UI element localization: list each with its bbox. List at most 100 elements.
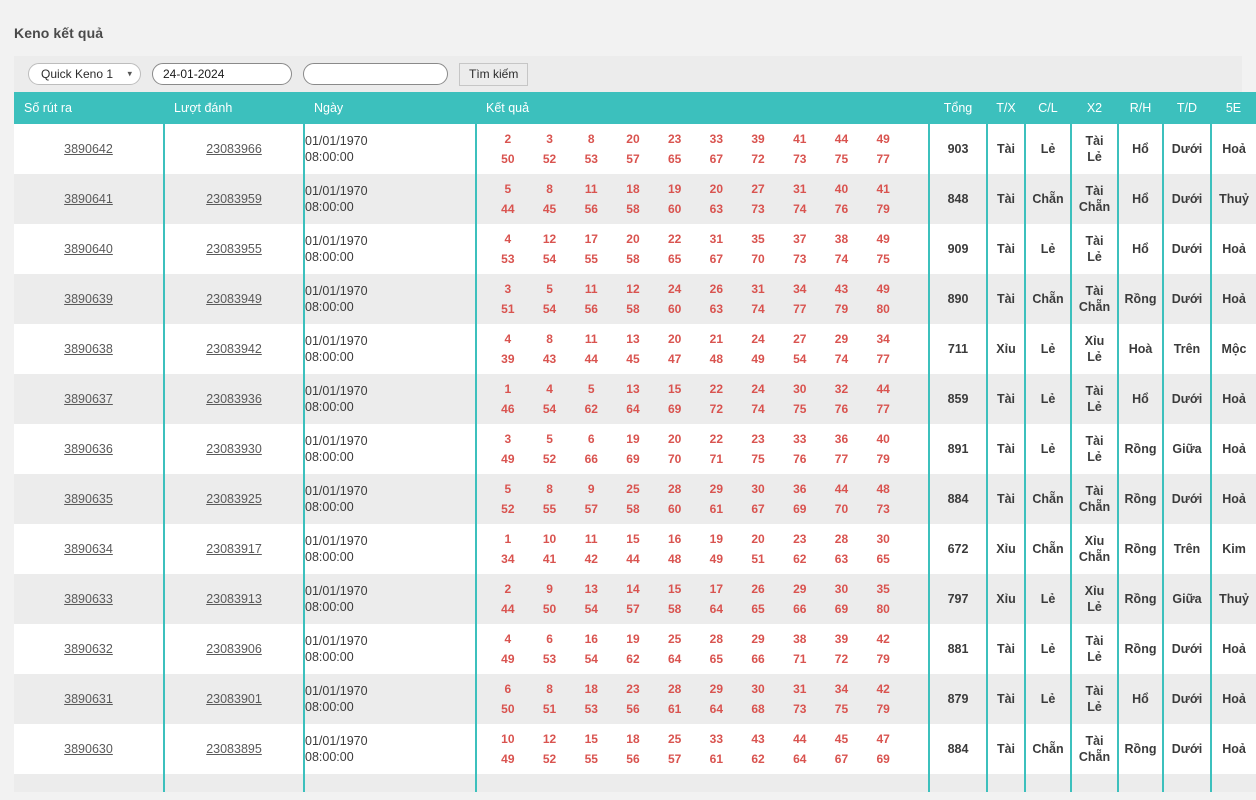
session-link[interactable]: 23083966 [206,142,262,156]
cell-date: 01/01/1970 08:00:00 [303,224,476,274]
session-link[interactable]: 23083901 [206,692,262,706]
cell-tai-xiu: Tài [986,374,1025,424]
result-number-grid: 2 9 13 14 15 17 26 29 30 35 44 50 54 57 58 64 65 66 69 80 [477,581,928,618]
draw-link[interactable]: 3890642 [64,142,113,156]
date-time: 08:00:00 [305,750,354,764]
result-number: 74 [751,301,765,316]
cell-draw: 3890639 [14,274,164,324]
cell-tong: 711 [928,324,987,374]
session-link[interactable]: 23083906 [206,642,262,656]
draw-link[interactable]: 3890639 [64,292,113,306]
cell-ngu-hanh: Hoả [1210,624,1256,674]
session-link[interactable]: 23083936 [206,392,262,406]
session-link[interactable]: 23083930 [206,442,262,456]
cell-tong: 879 [928,674,987,724]
cell-x2: Tài Chẵn [1070,174,1118,224]
result-number: 4 [504,631,512,646]
result-number: 61 [709,501,724,516]
date-input[interactable] [152,63,292,85]
cell-ngu-hanh: Thuỷ [1210,174,1256,224]
cell-tong: 859 [928,374,987,424]
result-number: 62 [584,401,598,416]
table-row: 3890639 23083949 01/01/1970 08:00:00 3 5 11 12 2… [14,274,1256,324]
result-number: 72 [751,151,765,166]
result-number: 63 [709,201,724,216]
draw-link[interactable]: 3890640 [64,242,113,256]
draw-link[interactable]: 3890637 [64,392,113,406]
result-number: 49 [501,751,515,766]
result-number: 65 [667,151,682,166]
cell-session: 23083930 [163,424,304,474]
result-number: 77 [834,451,849,466]
result-number: 55 [584,751,598,766]
session-link[interactable]: 23083955 [206,242,262,256]
draw-link[interactable]: 3890630 [64,742,113,756]
draw-link[interactable]: 3890632 [64,642,113,656]
cell-tai-xiu: Tài [986,724,1025,774]
result-number: 69 [876,751,890,766]
keyword-input[interactable] [303,63,448,85]
cell-tren-duoi: Trên [1162,324,1211,374]
session-link[interactable]: 23083925 [206,492,262,506]
session-link[interactable]: 23083959 [206,192,262,206]
result-number: 43 [834,281,849,296]
session-link[interactable]: 23083895 [206,742,262,756]
result-number: 40 [876,431,890,446]
date-time: 08:00:00 [305,650,354,664]
result-number: 55 [542,501,557,516]
date-day: 01/01/1970 [305,684,368,698]
result-number: 72 [709,401,724,416]
draw-link[interactable]: 3890635 [64,492,113,506]
result-number: 75 [834,151,849,166]
cell-result: 3 5 6 19 20 22 23 33 36 40 49 52 66 69 70 71 75 76 77 79 [475,424,929,474]
cell-chan-le: Lẻ [1024,324,1071,374]
session-link[interactable]: 23083917 [206,542,262,556]
result-number: 29 [834,331,849,346]
session-link[interactable]: 23083913 [206,592,262,606]
cell-result: 3 5 11 12 24 26 31 34 43 49 51 54 56 58 60 63 74 77 79 80 [475,274,929,324]
result-number: 46 [501,401,515,416]
result-number: 65 [709,651,724,666]
draw-link[interactable]: 3890633 [64,592,113,606]
cell-tren-duoi: Dưới [1162,174,1211,224]
draw-link[interactable]: 3890638 [64,342,113,356]
x2-line-1: Tài [1072,791,1117,792]
result-number: 11 [584,531,598,546]
cell-date: 01/01/1970 08:00:00 [303,424,476,474]
draw-link[interactable]: 3890636 [64,442,113,456]
cell-session: 23083917 [163,524,304,574]
table-header-row: Số rút ra Lượt đánh Ngày Kết quả Tổng T/… [14,92,1256,124]
result-number: 79 [876,701,890,716]
draw-link[interactable]: 3890641 [64,192,113,206]
results-table-container[interactable]: Số rút ra Lượt đánh Ngày Kết quả Tổng T/… [14,92,1256,792]
column-header-session: Lượt đánh [164,92,304,124]
cell-chan-le: Lẻ [1024,624,1071,674]
result-number: 21 [709,331,724,346]
result-number: 75 [751,451,765,466]
cell-chan-le: Chẵn [1024,724,1071,774]
result-number: 28 [667,681,682,696]
cell-chan-le: Lẻ [1024,374,1071,424]
table-row: 3890641 23083959 01/01/1970 08:00:00 5 8 11 18 1… [14,174,1256,224]
column-header-tx: T/X [987,92,1025,124]
result-number: 76 [834,401,849,416]
result-number: 30 [751,681,765,696]
result-number: 44 [501,201,515,216]
cell-x2: Tài Lẻ [1070,424,1118,474]
session-link[interactable]: 23083942 [206,342,262,356]
result-number: 27 [793,331,807,346]
result-number: 63 [834,551,849,566]
result-number: 79 [876,201,890,216]
session-link[interactable]: 23083949 [206,292,262,306]
result-number: 69 [626,451,640,466]
search-button[interactable]: Tìm kiếm [459,62,529,86]
game-select[interactable]: Quick Keno 1 [28,63,141,85]
draw-link[interactable]: 3890631 [64,692,113,706]
result-number: 65 [667,251,682,266]
result-number: 33 [793,431,807,446]
draw-link[interactable]: 3890634 [64,542,113,556]
cell-result: 10 12 15 18 25 33 43 44 45 47 49 52 55 56 57 61 62 64 67 69 [475,724,929,774]
cell-tren-duoi: Dưới [1162,474,1211,524]
date-time: 08:00:00 [305,700,354,714]
result-number: 29 [709,481,724,496]
